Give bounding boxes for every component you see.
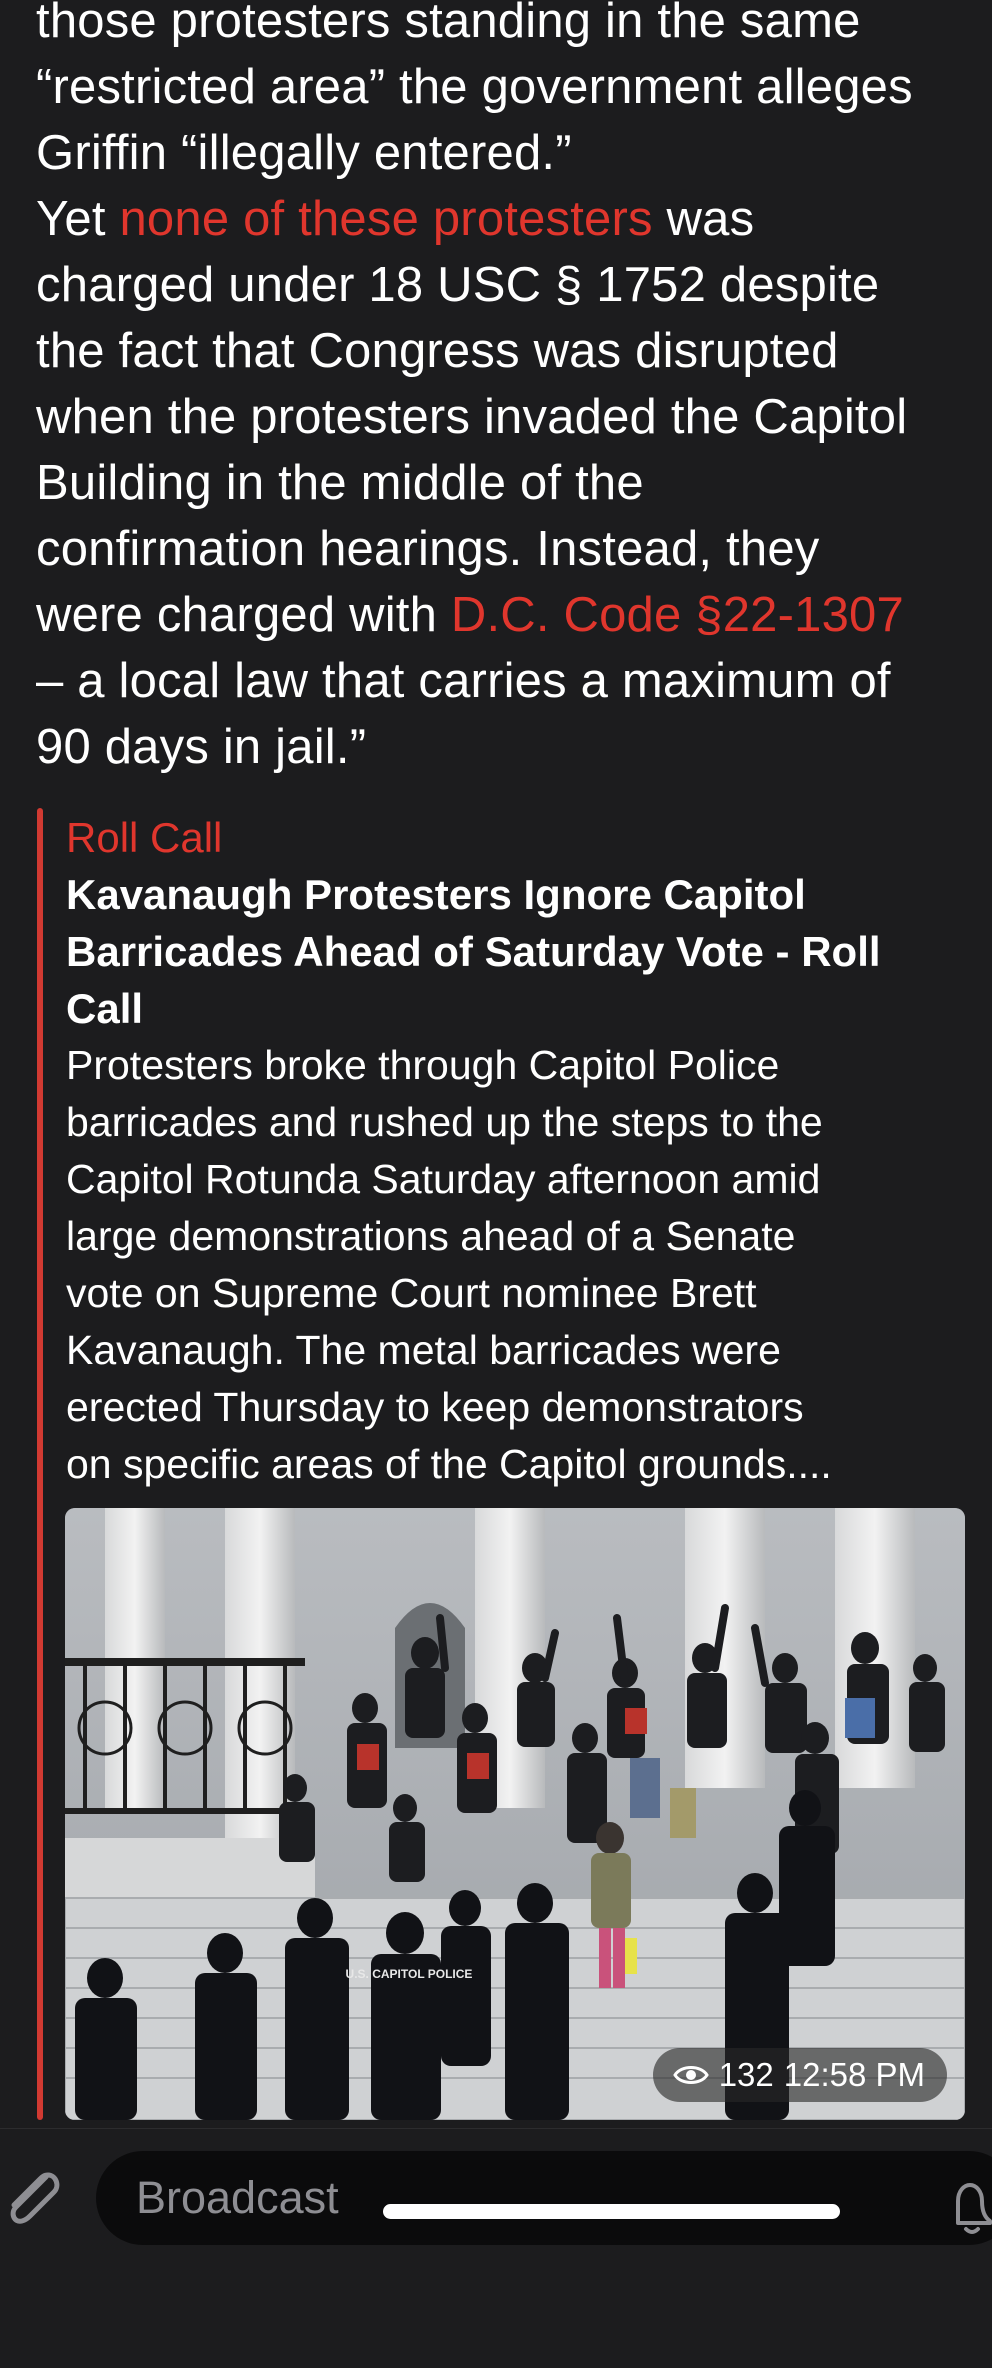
link-preview[interactable]: Roll Call Kavanaugh Protesters Ignore Ca… [37,808,967,2120]
link-none-of-these-protesters[interactable]: none of these protesters [119,192,652,246]
view-count: 132 [718,2056,774,2093]
preview-title-line: Kavanaugh Protesters Ignore Capitol [66,871,806,918]
preview-desc-line: erected Thursday to keep demonstrators [66,1384,804,1430]
preview-desc-line: vote on Supreme Court nominee Brett [66,1270,757,1316]
message-bubble: those protesters standing in the same “r… [0,0,992,2128]
preview-photo[interactable]: U.S. CAPITOL POLICE 132 12:58 PM [65,1508,965,2120]
composer-bar: Broadcast [0,2128,992,2368]
message-line: “restricted area” the government alleges [36,60,913,114]
preview-desc-line: Capitol Rotunda Saturday afternoon amid [66,1156,821,1202]
broadcast-placeholder: Broadcast [136,2172,339,2223]
message-meta: 132 12:58 PM [652,2048,947,2102]
preview-description: Protesters broke through Capitol Police … [66,1037,966,1493]
message-text: those protesters standing in the same “r… [36,0,976,780]
preview-desc-line: on specific areas of the Capitol grounds… [66,1441,832,1487]
message-line: confirmation hearings. Instead, they [36,522,820,576]
preview-desc-line: barricades and rushed up the steps to th… [66,1099,823,1145]
broadcast-input[interactable]: Broadcast [96,2151,992,2245]
preview-title: Kavanaugh Protesters Ignore Capitol Barr… [66,866,966,1037]
message-text-fragment: Yet [36,192,120,246]
message-line: when the protesters invaded the Capitol [36,390,908,444]
preview-title-line: Call [66,985,144,1032]
message-time: 12:58 PM [783,2056,925,2093]
message-line: the fact that Congress was disrupted [36,324,839,378]
preview-title-line: Barricades Ahead of Saturday Vote - Roll [66,928,881,975]
preview-site-name: Roll Call [66,814,223,861]
message-line: – a local law that carries a maximum of [36,654,891,708]
protest-photo-illustration: U.S. CAPITOL POLICE [65,1508,965,2120]
paperclip-icon[interactable] [0,2161,64,2231]
link-dc-code[interactable]: D.C. Code §22-1307 [451,588,904,642]
message-line: Yet none of these protesters was [36,186,976,252]
preview-desc-line: Kavanaugh. The metal barricades were [66,1327,781,1373]
message-text-fragment: were charged with [36,588,451,642]
preview-desc-line: Protesters broke through Capitol Police [66,1042,780,1088]
message-line: those protesters standing in the same [36,0,861,48]
message-text-fragment: was [652,192,755,246]
eye-icon [672,2063,709,2087]
message-line: Building in the middle of the [36,456,644,510]
message-line: Griffin “illegally entered.” [36,126,572,180]
preview-desc-line: large demonstrations ahead of a Senate [66,1213,796,1259]
bell-icon[interactable] [956,2177,992,2237]
preview-accent-bar [37,808,43,2120]
message-line: charged under 18 USC § 1752 despite [36,258,880,312]
message-line: were charged with D.C. Code §22-1307 [36,582,976,648]
photo-sign-text: U.S. CAPITOL POLICE [346,1967,473,1981]
home-indicator[interactable] [383,2204,840,2219]
message-line: 90 days in jail.” [36,720,367,774]
